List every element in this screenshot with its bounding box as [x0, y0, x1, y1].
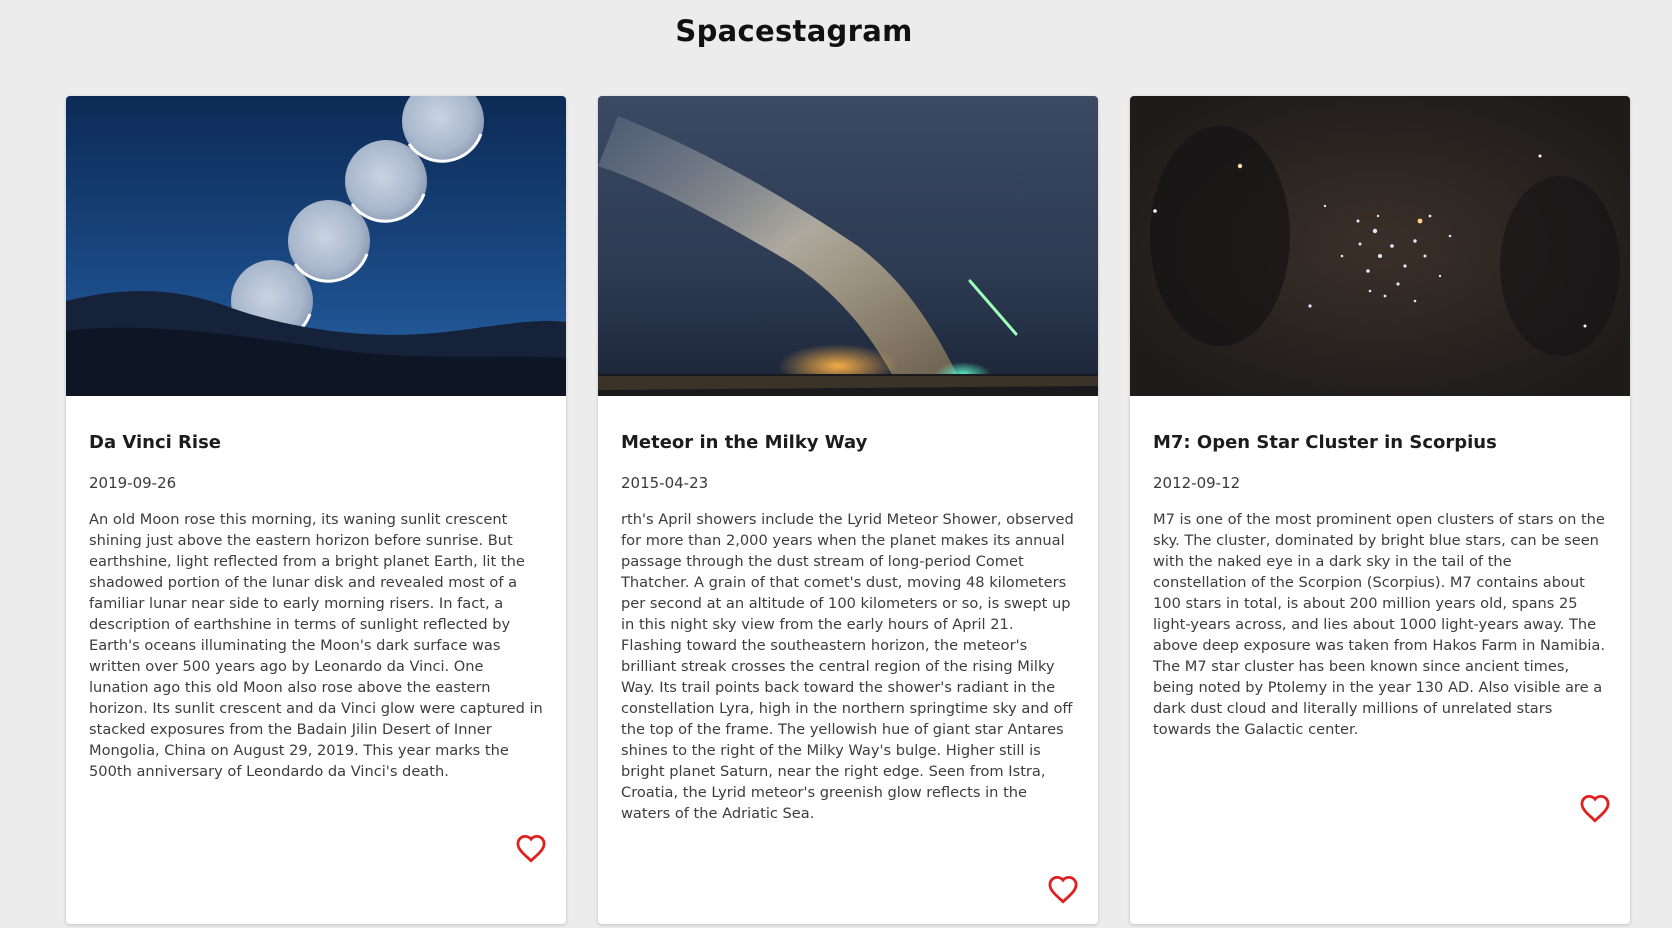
heart-icon[interactable] — [515, 833, 547, 863]
post-date: 2012-09-12 — [1153, 474, 1241, 492]
post-title: Da Vinci Rise — [89, 432, 222, 453]
post-description: M7 is one of the most prominent open clu… — [1153, 511, 1605, 738]
post-date: 2015-04-23 — [621, 474, 709, 492]
heart-icon[interactable] — [1579, 793, 1611, 823]
post-title: Meteor in the Milky Way — [621, 432, 868, 453]
post-card: Da Vinci Rise 2019-09-26 An old Moon ros… — [66, 96, 566, 924]
page-title: Spacestagram — [675, 14, 913, 48]
post-image — [66, 96, 566, 396]
post-title: M7: Open Star Cluster in Scorpius — [1153, 432, 1497, 453]
post-description: An old Moon rose this morning, its wanin… — [89, 511, 543, 780]
post-card: Meteor in the Milky Way 2015-04-23 rth's… — [598, 96, 1098, 924]
post-card: M7: Open Star Cluster in Scorpius 2012-0… — [1130, 96, 1630, 924]
post-image — [1130, 96, 1630, 396]
post-date: 2019-09-26 — [89, 474, 177, 492]
post-image — [598, 96, 1098, 396]
post-description: rth's April showers include the Lyrid Me… — [621, 511, 1074, 822]
heart-icon[interactable] — [1047, 874, 1079, 904]
